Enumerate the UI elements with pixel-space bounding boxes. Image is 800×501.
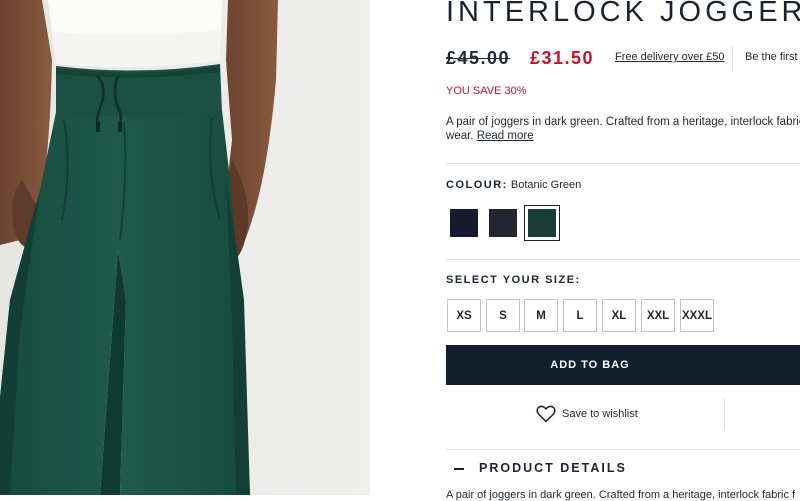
add-to-bag-label: ADD TO BAG bbox=[550, 359, 630, 371]
description-tail: wear. bbox=[446, 130, 474, 142]
divider bbox=[732, 46, 733, 70]
product-details-text: A pair of joggers in dark green. Crafted… bbox=[446, 489, 796, 501]
product-info-panel: INTERLOCK JOGGER £45.00 £31.50 Free deli… bbox=[446, 0, 800, 501]
product-details-toggle[interactable]: PRODUCT DETAILS bbox=[446, 458, 800, 480]
swatch-charcoal[interactable] bbox=[485, 205, 521, 241]
read-more-link[interactable]: Read more bbox=[477, 130, 534, 142]
size-xxxl-button[interactable]: XXXL bbox=[680, 299, 714, 332]
description-line-2: wear. Read more bbox=[446, 129, 800, 143]
swatch-fill bbox=[450, 209, 478, 237]
divider bbox=[446, 259, 800, 260]
save-to-wishlist-button[interactable]: Save to wishlist bbox=[536, 402, 638, 426]
price-now: £31.50 bbox=[530, 48, 595, 68]
description-line: A pair of joggers in dark green. Crafted… bbox=[446, 116, 800, 128]
price-was: £45.00 bbox=[446, 48, 511, 68]
swatch-navy[interactable] bbox=[446, 205, 482, 241]
product-photo bbox=[0, 0, 370, 495]
product-description: A pair of joggers in dark green. Crafted… bbox=[446, 115, 800, 143]
swatch-fill bbox=[528, 209, 556, 237]
divider bbox=[446, 449, 800, 450]
swatch-botanic-green[interactable] bbox=[524, 205, 560, 241]
size-s-button[interactable]: S bbox=[486, 299, 520, 332]
product-details-heading: PRODUCT DETAILS bbox=[479, 461, 627, 475]
swatch-fill bbox=[489, 209, 517, 237]
size-xxl-button[interactable]: XXL bbox=[641, 299, 675, 332]
size-xl-button[interactable]: XL bbox=[602, 299, 636, 332]
promo-text: Be the first bbox=[745, 51, 798, 63]
minus-icon bbox=[454, 468, 464, 470]
colour-heading: COLOUR: bbox=[446, 179, 508, 191]
colour-value: Botanic Green bbox=[510, 179, 582, 191]
product-title: INTERLOCK JOGGER bbox=[446, 0, 800, 28]
price-row: £45.00 £31.50 Free delivery over £50 Be … bbox=[446, 46, 800, 70]
add-to-bag-button[interactable]: ADD TO BAG bbox=[446, 345, 800, 385]
divider bbox=[724, 399, 725, 429]
size-xs-button[interactable]: XS bbox=[447, 299, 481, 332]
you-save-text: YOU SAVE 30% bbox=[446, 85, 527, 97]
size-l-button[interactable]: L bbox=[563, 299, 597, 332]
select-size-label: SELECT YOUR SIZE: bbox=[446, 274, 581, 286]
product-image[interactable] bbox=[0, 0, 370, 495]
wishlist-label: Save to wishlist bbox=[562, 408, 638, 420]
colour-label: COLOUR: Botanic Green bbox=[446, 179, 581, 191]
free-delivery-link[interactable]: Free delivery over £50 bbox=[615, 51, 724, 63]
heart-icon bbox=[536, 405, 556, 423]
size-m-button[interactable]: M bbox=[524, 299, 558, 332]
divider bbox=[446, 163, 800, 164]
